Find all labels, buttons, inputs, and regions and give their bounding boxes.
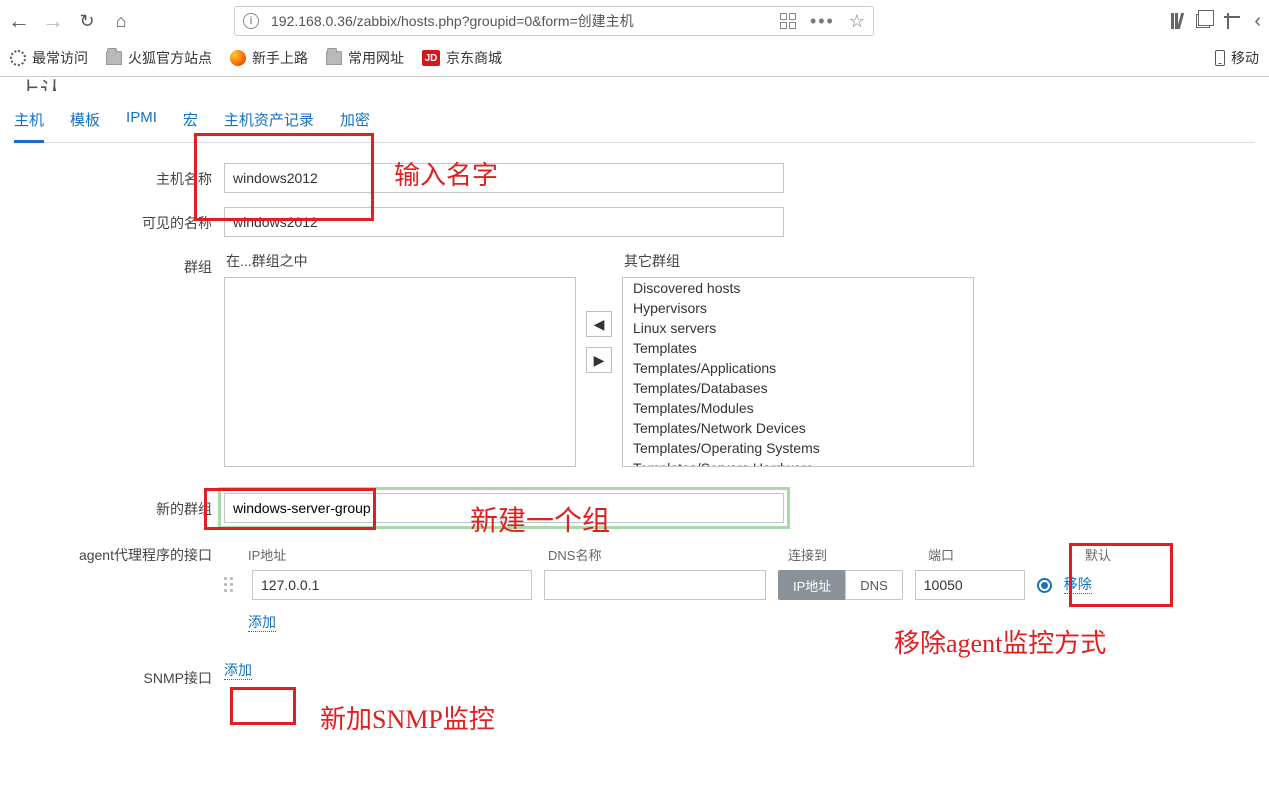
host-form: 主机名称 可见的名称 群组 在...群组之中 ◀: [14, 143, 1255, 688]
other-groups-title: 其它群组: [622, 251, 974, 271]
browser-chrome: ← → ↻ ⌂ i ••• ‹ 最常访问 火狐官方站点 新手上路 常用网址 JD…: [0, 0, 1269, 77]
connect-to-toggle[interactable]: IP地址 DNS: [778, 570, 903, 600]
row-new-group: 新的群组: [14, 493, 1255, 523]
firefox-icon: [230, 50, 246, 66]
phone-icon: [1215, 50, 1225, 66]
iface-ip-input[interactable]: [252, 570, 532, 600]
url-input[interactable]: [269, 12, 770, 30]
hdr-default: 默认: [1068, 545, 1128, 564]
list-item[interactable]: Templates/Applications: [623, 358, 973, 378]
agent-add-link[interactable]: 添加: [248, 614, 276, 632]
iface-port-input[interactable]: [915, 570, 1025, 600]
anno-text-add-snmp: 新加SNMP监控: [320, 699, 495, 736]
forward-button[interactable]: →: [42, 10, 64, 32]
row-visible-name: 可见的名称: [14, 207, 1255, 237]
tab-templates[interactable]: 模板: [70, 101, 100, 142]
folder-icon: [106, 51, 122, 65]
bookmark-common-urls[interactable]: 常用网址: [326, 48, 404, 68]
list-item[interactable]: Hypervisors: [623, 298, 973, 318]
iface-dns-input[interactable]: [544, 570, 766, 600]
bookmark-firefox-official[interactable]: 火狐官方站点: [106, 48, 212, 68]
iface-header: IP地址 DNS名称 连接到 端口 默认: [224, 545, 1255, 564]
other-groups-list[interactable]: Discovered hostsHypervisorsLinux servers…: [622, 277, 974, 467]
host-name-label: 主机名称: [14, 163, 224, 189]
bookmark-star-icon[interactable]: [849, 11, 865, 32]
list-item[interactable]: Templates/Servers Hardware: [623, 458, 973, 467]
new-group-input[interactable]: [224, 493, 784, 523]
home-button[interactable]: ⌂: [110, 10, 132, 32]
bookmark-getting-started[interactable]: 新手上路: [230, 48, 308, 68]
tab-host[interactable]: 主机: [14, 101, 44, 143]
row-agent-interface: agent代理程序的接口 IP地址 DNS名称 连接到 端口 默认 IP地址 D…: [14, 545, 1255, 632]
hdr-ip: IP地址: [248, 545, 548, 564]
connect-ip-button[interactable]: IP地址: [778, 570, 845, 600]
list-item[interactable]: Templates/Databases: [623, 378, 973, 398]
nav-toolbar: ← → ↻ ⌂ i ••• ‹: [0, 0, 1269, 42]
list-item[interactable]: Discovered hosts: [623, 278, 973, 298]
host-tabs: 主机 模板 IPMI 宏 主机资产记录 加密: [14, 101, 1255, 143]
qr-icon[interactable]: [780, 13, 796, 29]
iface-row: IP地址 DNS 移除: [224, 570, 1255, 600]
row-groups: 群组 在...群组之中 ◀ ▶ 其它群组 Discovered hostsHyp…: [14, 251, 1255, 467]
visible-name-input[interactable]: [224, 207, 784, 237]
more-icon[interactable]: ‹: [1254, 10, 1261, 33]
iface-default-radio[interactable]: [1037, 578, 1052, 593]
drag-handle-icon[interactable]: [224, 577, 240, 593]
snmp-add-link[interactable]: 添加: [224, 662, 252, 680]
sidebar-icon[interactable]: [1196, 14, 1210, 28]
tab-macros[interactable]: 宏: [183, 101, 198, 142]
list-item[interactable]: Templates: [623, 338, 973, 358]
agent-iface-label: agent代理程序的接口: [14, 545, 224, 565]
jd-icon: JD: [422, 50, 440, 66]
host-name-input[interactable]: [224, 163, 784, 193]
list-item[interactable]: Templates/Network Devices: [623, 418, 973, 438]
reload-button[interactable]: ↻: [76, 10, 98, 32]
anno-box-snmp: [230, 687, 296, 725]
new-group-label: 新的群组: [14, 493, 224, 519]
bookmark-jd[interactable]: JD京东商城: [422, 48, 502, 68]
visible-name-label: 可见的名称: [14, 207, 224, 233]
back-button[interactable]: ←: [8, 10, 30, 32]
move-left-button[interactable]: ◀: [586, 311, 612, 337]
move-right-button[interactable]: ▶: [586, 347, 612, 373]
connect-dns-button[interactable]: DNS: [845, 570, 902, 600]
tab-ipmi[interactable]: IPMI: [126, 101, 157, 142]
in-groups-list[interactable]: [224, 277, 576, 467]
page-actions-icon[interactable]: •••: [810, 11, 835, 32]
tab-inventory[interactable]: 主机资产记录: [224, 101, 314, 142]
snmp-iface-label: SNMP接口: [14, 662, 224, 688]
site-info-icon[interactable]: i: [243, 13, 259, 29]
screenshot-icon[interactable]: [1224, 13, 1240, 29]
row-snmp-interface: SNMP接口 添加: [14, 662, 1255, 688]
bookmark-most-visited[interactable]: 最常访问: [10, 48, 88, 68]
hdr-connect-to: 连接到: [788, 545, 928, 564]
in-groups-title: 在...群组之中: [224, 251, 576, 271]
folder-icon: [326, 51, 342, 65]
iface-remove-link[interactable]: 移除: [1064, 576, 1092, 594]
row-host-name: 主机名称: [14, 163, 1255, 193]
tab-encryption[interactable]: 加密: [340, 101, 370, 142]
page-content: 上认 主机 模板 IPMI 宏 主机资产记录 加密 主机名称 可见的名称 群组: [0, 77, 1269, 688]
gear-icon: [10, 50, 26, 66]
library-icon[interactable]: [1171, 13, 1182, 29]
groups-label: 群组: [14, 251, 224, 277]
bookmark-mobile[interactable]: 移动: [1215, 48, 1259, 68]
page-title: 上认: [14, 69, 1255, 91]
hdr-port: 端口: [928, 545, 1068, 564]
hdr-dns: DNS名称: [548, 545, 788, 564]
list-item[interactable]: Templates/Modules: [623, 398, 973, 418]
url-bar[interactable]: i •••: [234, 6, 874, 36]
list-item[interactable]: Templates/Operating Systems: [623, 438, 973, 458]
list-item[interactable]: Linux servers: [623, 318, 973, 338]
